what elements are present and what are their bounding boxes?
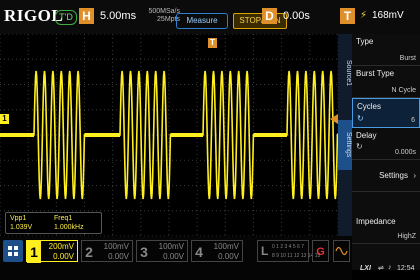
menu-item-settings[interactable]: Settings › [352,160,420,192]
channel-offset: 0.00V [53,252,74,261]
sample-rate-info: 500MSa/s 25Mpts [140,8,180,24]
channel-number: 2 [85,244,93,260]
menu-label: Cycles [357,102,382,111]
tab-source1[interactable]: Source1 [338,38,352,108]
channel-offset: 0.00V [108,252,129,261]
speaker-icon: ♪ [388,264,392,271]
lxi-icon: LXI [360,265,371,272]
delay-icon[interactable]: D [262,8,277,24]
menu-value: 6 [411,117,415,124]
system-status: LXI ⇌ ♪ 12:54 [352,262,420,280]
channel-scale: 200mV [48,242,74,251]
channel-number: 1 [27,241,41,263]
channel-scale: 100mV [158,242,184,251]
sine-icon [335,246,348,256]
waveform-icon[interactable] [333,240,350,262]
menu-item-burst-type[interactable]: Burst Type N Cycle [352,66,420,98]
channel-scale: 100mV [103,242,129,251]
run-state-indicator[interactable]: T'D [55,10,77,25]
measurement-value: 1.039V [10,224,33,231]
trigger-edge-icon: ⚡ [360,10,368,21]
menu-label: Delay [356,131,377,140]
home-button[interactable] [3,240,23,262]
menu-item-type[interactable]: Type Burst [352,34,420,66]
knob-icon: ↻ [357,114,364,123]
logic-channels-top: 0 1 2 3 4 5 6 7 [272,244,304,250]
measure-button[interactable]: Measure [176,13,228,29]
channel-offset: 0.00V [218,252,239,261]
measurement-vpp: Vpp1 1.039V [10,214,32,232]
channel4-box[interactable]: 4 100mV 0.00V [191,240,243,262]
side-menu-tabs: Source1 Settings [338,34,352,270]
menu-label: Impedance [356,217,396,226]
generator-button[interactable]: G [312,240,329,262]
measurement-name: Freq1 [54,215,73,222]
chevron-right-icon: › [413,171,416,180]
menu-value: Burst [399,55,416,62]
generator-menu: Type Burst Burst Type N Cycle Cycles ↻ 6… [352,34,420,270]
menu-label: Settings [379,171,408,180]
sample-rate: 500MSa/s [148,8,180,15]
stoprun-button[interactable]: STOP/RUN [233,13,287,29]
trigger-level-value[interactable]: 168mV [372,10,404,21]
measurement-panel: Vpp1 1.039V Freq1 1.000kHz [5,212,102,234]
measurement-value: 1.000kHz [54,224,84,231]
usb-icon: ⇌ [378,265,384,272]
trigger-position-marker[interactable]: T [208,38,217,48]
menu-value: 0.000s [394,149,416,156]
menu-value: HighZ [397,233,416,240]
trigger-icon[interactable]: T [340,8,355,24]
trigger-level-marker[interactable] [330,114,338,124]
channel2-box[interactable]: 2 100mV 0.00V [81,240,133,262]
menu-item-impedance[interactable]: Impedance HighZ [352,214,420,244]
menu-label: Type [356,37,374,46]
channel-number: 3 [140,244,148,260]
waveform-grid[interactable] [0,34,338,236]
knob-icon: ↻ [356,142,363,151]
measurement-freq: Freq1 1.000kHz [54,214,84,232]
memory-depth: 25Mpts [157,16,180,23]
channel-scale: 100mV [213,242,239,251]
channel1-marker[interactable]: 1 [0,114,9,124]
grid-icon [8,246,18,256]
measurement-name: Vpp1 [10,215,27,222]
channel3-box[interactable]: 3 100mV 0.00V [136,240,188,262]
menu-spacer [352,192,420,206]
tab-settings[interactable]: Settings [338,120,352,170]
clock-time: 12:54 [397,265,415,272]
menu-label: Burst Type [356,69,395,78]
menu-value: N Cycle [391,87,416,94]
logic-analyzer-box[interactable]: L 0 1 2 3 4 5 6 7 8 9 10 11 12 13 14 15 [257,240,320,262]
menu-item-delay[interactable]: Delay ↻ 0.000s [352,128,420,160]
channel-number: 4 [195,244,203,260]
horizontal-icon[interactable]: H [79,8,94,24]
channel-offset: 0.00V [163,252,184,261]
timebase-value[interactable]: 5.00ms [100,10,136,22]
delay-value[interactable]: 0.00s [283,10,310,22]
channel1-box[interactable]: 1 200mV 0.00V [26,240,78,263]
menu-item-cycles[interactable]: Cycles ↻ 6 [352,98,420,128]
logic-label: L [261,244,269,258]
